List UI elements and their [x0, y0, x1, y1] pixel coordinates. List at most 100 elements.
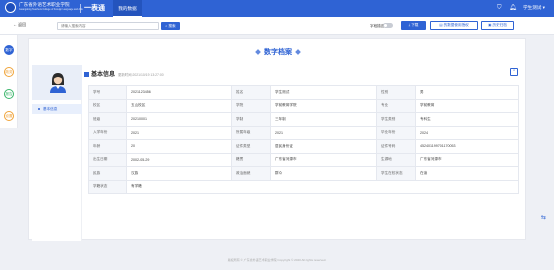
back-button[interactable]: ← 返回: [13, 22, 26, 28]
page-title-text: 数字档案: [264, 49, 292, 56]
search-button[interactable]: ⌕ 搜索: [161, 22, 180, 30]
chevron-up-icon: ⌃: [512, 69, 516, 74]
diamond-left-icon: [255, 49, 261, 55]
top-header: 广东省外语艺术职业学院 Guangdong Teachers College o…: [0, 0, 554, 17]
field-label: 证件号码: [376, 139, 416, 154]
field-value: 广东省河源市: [270, 152, 377, 167]
field-value: 在读: [415, 166, 519, 181]
quick-nav-affairs[interactable]: 政务: [4, 67, 14, 77]
archive-card: 数字档案 基本信息 基本信息 更新时间:2021/10/19 13:27:00 ⌃…: [28, 38, 527, 241]
field-value: 群众: [270, 166, 377, 181]
user-menu[interactable]: 学生测试 ▾: [523, 4, 545, 12]
section-header: 基本信息 更新时间:2021/10/19 13:27:00: [84, 69, 164, 78]
field-label: 学生类别: [376, 112, 416, 127]
field-value: 2021123456: [126, 85, 232, 100]
field-label: 所属年级: [231, 125, 271, 140]
field-label: 民族: [88, 166, 127, 181]
data-authorization-label: 的数据使用授权: [443, 23, 469, 27]
school-name-en: Guangdong Teachers College of Foreign La…: [19, 8, 83, 11]
school-logo-icon: [5, 2, 16, 13]
shield-icon[interactable]: ⛉: [497, 4, 502, 12]
update-time: 更新时间:2021/10/19 13:27:00: [118, 73, 164, 77]
field-label: 专业: [376, 98, 416, 113]
field-label: 籍贯: [231, 152, 271, 167]
field-label: 性别: [376, 85, 416, 100]
field-label: 学籍状态: [88, 179, 127, 194]
field-label: 学院: [231, 98, 271, 113]
field-value: 居民身份证: [270, 139, 377, 154]
field-value: 2002-05-29: [126, 152, 232, 167]
section-title: 基本信息: [91, 72, 116, 78]
basic-info-table: 学号 2021123456 姓名 学生测试 性别男校区 五山校区 学院 学前教育学院 专业 学前教…: [88, 85, 519, 194]
share-icon[interactable]: ⇆: [541, 214, 546, 221]
quick-nav-report[interactable]: 报告: [4, 89, 14, 99]
field-label: 学制: [231, 112, 271, 127]
field-label: 政治面貌: [231, 166, 271, 181]
table-row: 年龄 20 证件类型 居民身份证 证件号码 452401199701170053: [88, 139, 519, 154]
download-label: 下载: [411, 23, 419, 27]
history-archive-button[interactable]: ▣ 历史归档: [481, 21, 514, 30]
field-value: 452401199701170053: [415, 139, 519, 154]
data-authorization-button[interactable]: ▤ 的数据使用授权: [430, 21, 478, 30]
user-name: 学生测试: [523, 5, 542, 10]
download-icon: ⤓: [408, 23, 411, 27]
bullet-icon: [38, 108, 40, 111]
table-row: 民族 汉族 政治面貌 群众 学生在校状态 在读: [88, 166, 519, 181]
footer-copyright: 版权所有 © 广东省外语艺术职业学院 Copyright © 2020 All …: [227, 258, 327, 262]
field-value: 2021: [270, 125, 377, 140]
field-label: 校区: [88, 98, 127, 113]
field-value: 三年制: [270, 112, 377, 127]
avatar-panel: [32, 65, 82, 100]
field-value: 有学籍: [126, 179, 519, 194]
field-value: 学生测试: [270, 85, 377, 100]
brand-title: 一表通: [84, 5, 105, 12]
toolbar: ← 返回 ⌕ 搜索 字段描述 ⤓ 下载 ▤ 的数据使用授权 ▣ 历史归档: [0, 17, 554, 35]
field-value: 广东省河源市: [415, 152, 519, 167]
field-label: 证件类型: [231, 139, 271, 154]
field-label: 姓名: [231, 85, 271, 100]
field-value: 五山校区: [126, 98, 232, 113]
chevron-down-icon: ▾: [542, 5, 545, 10]
sidebar-item-label: 基本信息: [43, 107, 58, 111]
field-value: 学前教育学院: [270, 98, 377, 113]
header-divider: [80, 4, 81, 13]
history-archive-label: 历史归档: [492, 23, 507, 27]
nav-tab-my-data[interactable]: 我的数据: [113, 0, 142, 17]
table-row: 班级 20210001 学制 三年制 学生类别 专科生: [88, 112, 519, 127]
quick-nav-digital[interactable]: 数字: [4, 45, 14, 55]
field-value: 20: [126, 139, 232, 154]
search-button-label: 搜索: [168, 24, 176, 28]
field-label: 毕业年份: [376, 125, 416, 140]
field-label: 年龄: [88, 139, 127, 154]
field-value: 汉族: [126, 166, 232, 181]
field-value: 20210001: [126, 112, 232, 127]
field-value: 男: [415, 85, 519, 100]
field-label: 学号: [88, 85, 127, 100]
field-label: 出生日期: [88, 152, 127, 167]
collapse-button[interactable]: ⌃: [510, 68, 518, 76]
archive-icon: ▣: [488, 23, 492, 27]
left-quick-nav: 数字 政务 报告 设置: [0, 35, 18, 128]
table-row: 学号 2021123456 姓名 学生测试 性别男: [88, 85, 519, 100]
avatar: [50, 73, 66, 93]
search-input[interactable]: [57, 22, 159, 30]
diamond-right-icon: [295, 49, 301, 55]
document-icon: ▤: [439, 23, 443, 27]
field-label: 生源地: [376, 152, 416, 167]
field-value: 专科生: [415, 112, 519, 127]
field-value: 2024: [415, 125, 519, 140]
page-title: 数字档案: [29, 47, 527, 57]
field-value: 学前教育: [415, 98, 519, 113]
table-row: 校区 五山校区 学院 学前教育学院 专业 学前教育: [88, 98, 519, 113]
quick-nav-settings[interactable]: 设置: [4, 111, 14, 121]
table-row: 出生日期 2002-05-29 籍贯 广东省河源市 生源地 广东省河源市: [88, 152, 519, 167]
table-row: 学籍状态 有学籍: [88, 179, 519, 194]
download-button[interactable]: ⤓ 下载: [401, 21, 426, 30]
field-description-toggle[interactable]: [383, 23, 393, 28]
sidebar-item-basic-info[interactable]: 基本信息: [32, 104, 82, 114]
field-value: 2021: [126, 125, 232, 140]
section-marker-icon: [84, 71, 89, 77]
field-label: 班级: [88, 112, 127, 127]
notification-bell-icon[interactable]: 🔔︎: [509, 4, 517, 12]
profile-sidebar: 基本信息: [32, 65, 82, 241]
